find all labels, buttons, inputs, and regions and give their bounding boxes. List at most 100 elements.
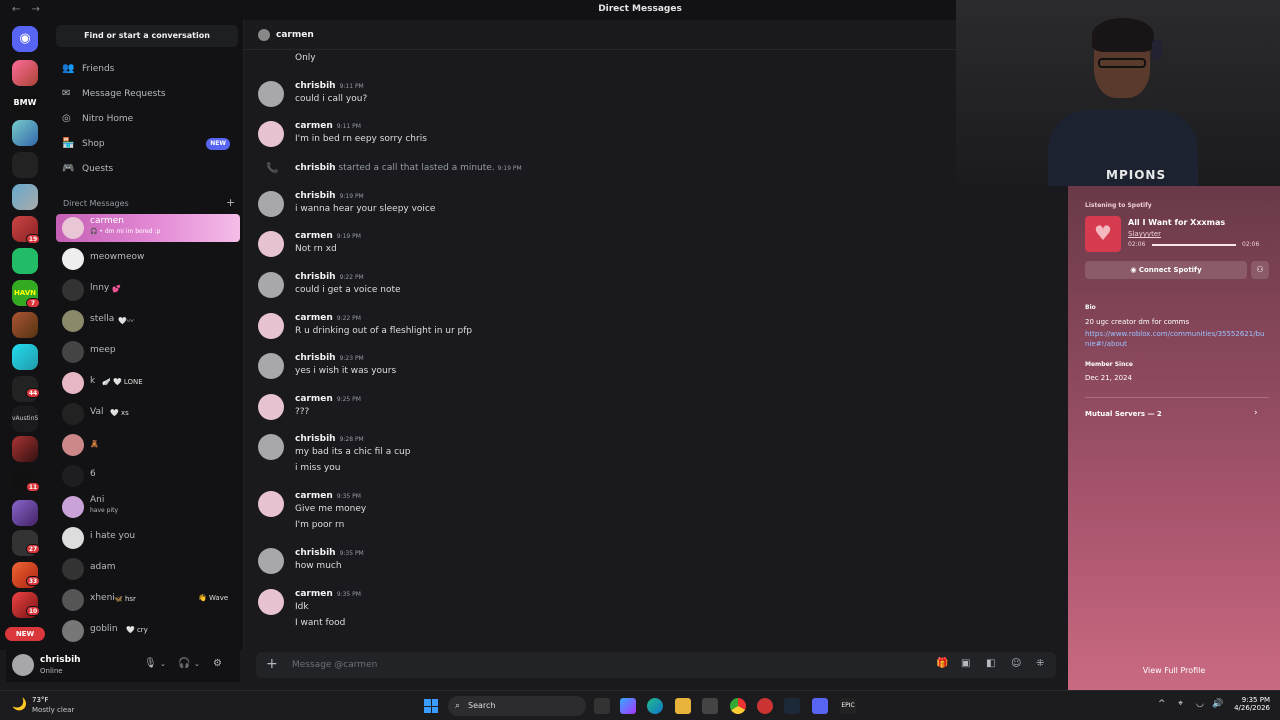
dm-item[interactable]: 🧸 xyxy=(56,431,240,459)
nav-nitro-home[interactable]: ◎ Nitro Home xyxy=(56,108,238,130)
discord-home-icon[interactable]: ◉ xyxy=(12,26,38,52)
weather-icon[interactable]: 🌙 xyxy=(12,697,27,711)
wave-button[interactable]: 👋 Wave xyxy=(198,594,228,602)
view-full-profile-link[interactable]: View Full Profile xyxy=(1068,666,1280,675)
server-icon-15[interactable] xyxy=(12,500,38,526)
dm-item[interactable]: stella 🤍〰 xyxy=(56,307,240,335)
apps-icon[interactable]: ⁜ xyxy=(1036,658,1044,669)
gear-icon[interactable]: ⚙ xyxy=(213,658,222,669)
microphone-icon[interactable]: 🎙 xyxy=(144,658,157,669)
server-icon-12[interactable]: vAustinSg xyxy=(12,406,38,432)
avatar[interactable] xyxy=(258,589,284,615)
attach-plus-icon[interactable]: + xyxy=(266,656,278,672)
windows-start-icon[interactable] xyxy=(424,699,438,713)
server-icon-1[interactable] xyxy=(12,60,38,86)
dm-item[interactable]: 6 xyxy=(56,462,240,490)
steam-icon[interactable] xyxy=(784,698,800,714)
server-icon-4[interactable] xyxy=(12,152,38,178)
message-author[interactable]: chrisbih xyxy=(295,548,336,558)
dm-item[interactable]: i hate you xyxy=(56,524,240,552)
app-icon[interactable] xyxy=(757,698,773,714)
dm-item[interactable]: Ani have pity xyxy=(56,493,240,521)
dm-item[interactable]: goblin 🤍 cry xyxy=(56,617,240,645)
avatar[interactable] xyxy=(12,654,34,676)
volume-icon[interactable]: 🔊 xyxy=(1212,699,1223,709)
gif-icon[interactable]: ▣ xyxy=(961,658,970,669)
dm-item[interactable]: xheni 🦋 hsr 👋 Wave xyxy=(56,586,240,614)
discord-taskbar-icon[interactable] xyxy=(812,698,828,714)
message-author[interactable]: chrisbih xyxy=(295,434,336,444)
system-user[interactable]: chrisbih xyxy=(295,163,336,173)
location-icon[interactable]: ⌖ xyxy=(1178,699,1183,709)
file-explorer-icon[interactable] xyxy=(675,698,691,714)
message-author[interactable]: carmen xyxy=(295,121,333,131)
message-author[interactable]: carmen xyxy=(295,589,333,599)
message-author[interactable]: chrisbih xyxy=(295,353,336,363)
find-conversation-button[interactable]: Find or start a conversation xyxy=(56,25,238,47)
avatar[interactable] xyxy=(258,121,284,147)
avatar[interactable] xyxy=(258,191,284,217)
message-author[interactable]: carmen xyxy=(295,313,333,323)
create-dm-plus-icon[interactable]: + xyxy=(226,196,235,209)
avatar[interactable] xyxy=(258,548,284,574)
server-icon-3[interactable] xyxy=(12,120,38,146)
server-icon-9[interactable] xyxy=(12,312,38,338)
message-author[interactable]: chrisbih xyxy=(295,272,336,282)
nav-quests[interactable]: 🎮 Quests xyxy=(56,158,238,180)
dm-item[interactable]: k 🪽 🤍 LONE xyxy=(56,369,240,397)
avatar[interactable] xyxy=(258,394,284,420)
avatar[interactable] xyxy=(258,313,284,339)
message-author[interactable]: chrisbih xyxy=(295,191,336,201)
mutual-servers[interactable]: Mutual Servers — 2 xyxy=(1085,410,1162,418)
wifi-icon[interactable]: ◡ xyxy=(1196,699,1204,709)
connect-spotify-button[interactable]: ◉ Connect Spotify xyxy=(1085,261,1247,279)
server-icon-10[interactable] xyxy=(12,344,38,370)
nav-friends[interactable]: 👥 Friends xyxy=(56,58,238,80)
chevron-right-icon[interactable]: › xyxy=(1254,408,1258,418)
copilot-icon[interactable] xyxy=(620,698,636,714)
nav-shop[interactable]: 🏪 Shop NEW xyxy=(56,133,238,155)
dm-item[interactable]: adam xyxy=(56,555,240,583)
weather-temp[interactable]: 73°F xyxy=(32,696,48,704)
dm-item[interactable]: meowmeow xyxy=(56,245,240,273)
message-author[interactable]: carmen xyxy=(295,491,333,501)
avatar[interactable] xyxy=(258,81,284,107)
task-view-icon[interactable] xyxy=(594,698,610,714)
epic-games-icon[interactable]: EPIC xyxy=(840,698,856,714)
chevron-down-icon[interactable]: ⌄ xyxy=(160,660,166,668)
song-artist[interactable]: Slayyyter xyxy=(1128,230,1161,238)
gift-icon[interactable]: 🎁 xyxy=(936,658,948,669)
chevron-down-icon[interactable]: ⌄ xyxy=(194,660,200,668)
emoji-icon[interactable]: ☺ xyxy=(1011,658,1021,669)
message-author[interactable]: carmen xyxy=(295,394,333,404)
message-author[interactable]: carmen xyxy=(295,231,333,241)
avatar[interactable] xyxy=(258,491,284,517)
dm-item[interactable]: meep xyxy=(56,338,240,366)
taskbar-search[interactable]: ⌕ Search xyxy=(448,696,586,716)
avatar[interactable] xyxy=(258,272,284,298)
sticker-icon[interactable]: ◧ xyxy=(986,658,995,669)
server-icon-2[interactable]: BMW xyxy=(12,90,38,116)
dm-item[interactable]: lnny 💕 xyxy=(56,276,240,304)
add-friend-icon[interactable]: ⚇ xyxy=(1251,261,1269,279)
edge-icon[interactable] xyxy=(647,698,663,714)
chrome-icon[interactable] xyxy=(730,698,746,714)
taskbar-clock[interactable]: 9:35 PM 4/26/2026 xyxy=(1230,696,1270,712)
avatar[interactable] xyxy=(258,353,284,379)
message-author[interactable]: chrisbih xyxy=(295,81,336,91)
server-icon-5[interactable] xyxy=(12,184,38,210)
avatar[interactable] xyxy=(258,231,284,257)
avatar[interactable] xyxy=(258,434,284,460)
message-input[interactable] xyxy=(292,657,892,673)
server-icon-13[interactable] xyxy=(12,436,38,462)
store-icon[interactable] xyxy=(702,698,718,714)
dm-item[interactable]: Val 🤍 xs xyxy=(56,400,240,428)
album-cover[interactable] xyxy=(1085,216,1121,252)
song-title[interactable]: All I Want for Xxxmas xyxy=(1128,218,1225,227)
headphones-icon[interactable]: 🎧 xyxy=(178,658,190,669)
dm-item-carmen[interactable]: carmen 🎧 • dm mi im bored :p xyxy=(56,214,240,242)
bio-link[interactable]: https://www.roblox.com/communities/35552… xyxy=(1085,329,1265,349)
nav-message-requests[interactable]: ✉ Message Requests xyxy=(56,83,238,105)
server-icon-7[interactable] xyxy=(12,248,38,274)
tray-overflow-icon[interactable]: ^ xyxy=(1158,699,1166,709)
